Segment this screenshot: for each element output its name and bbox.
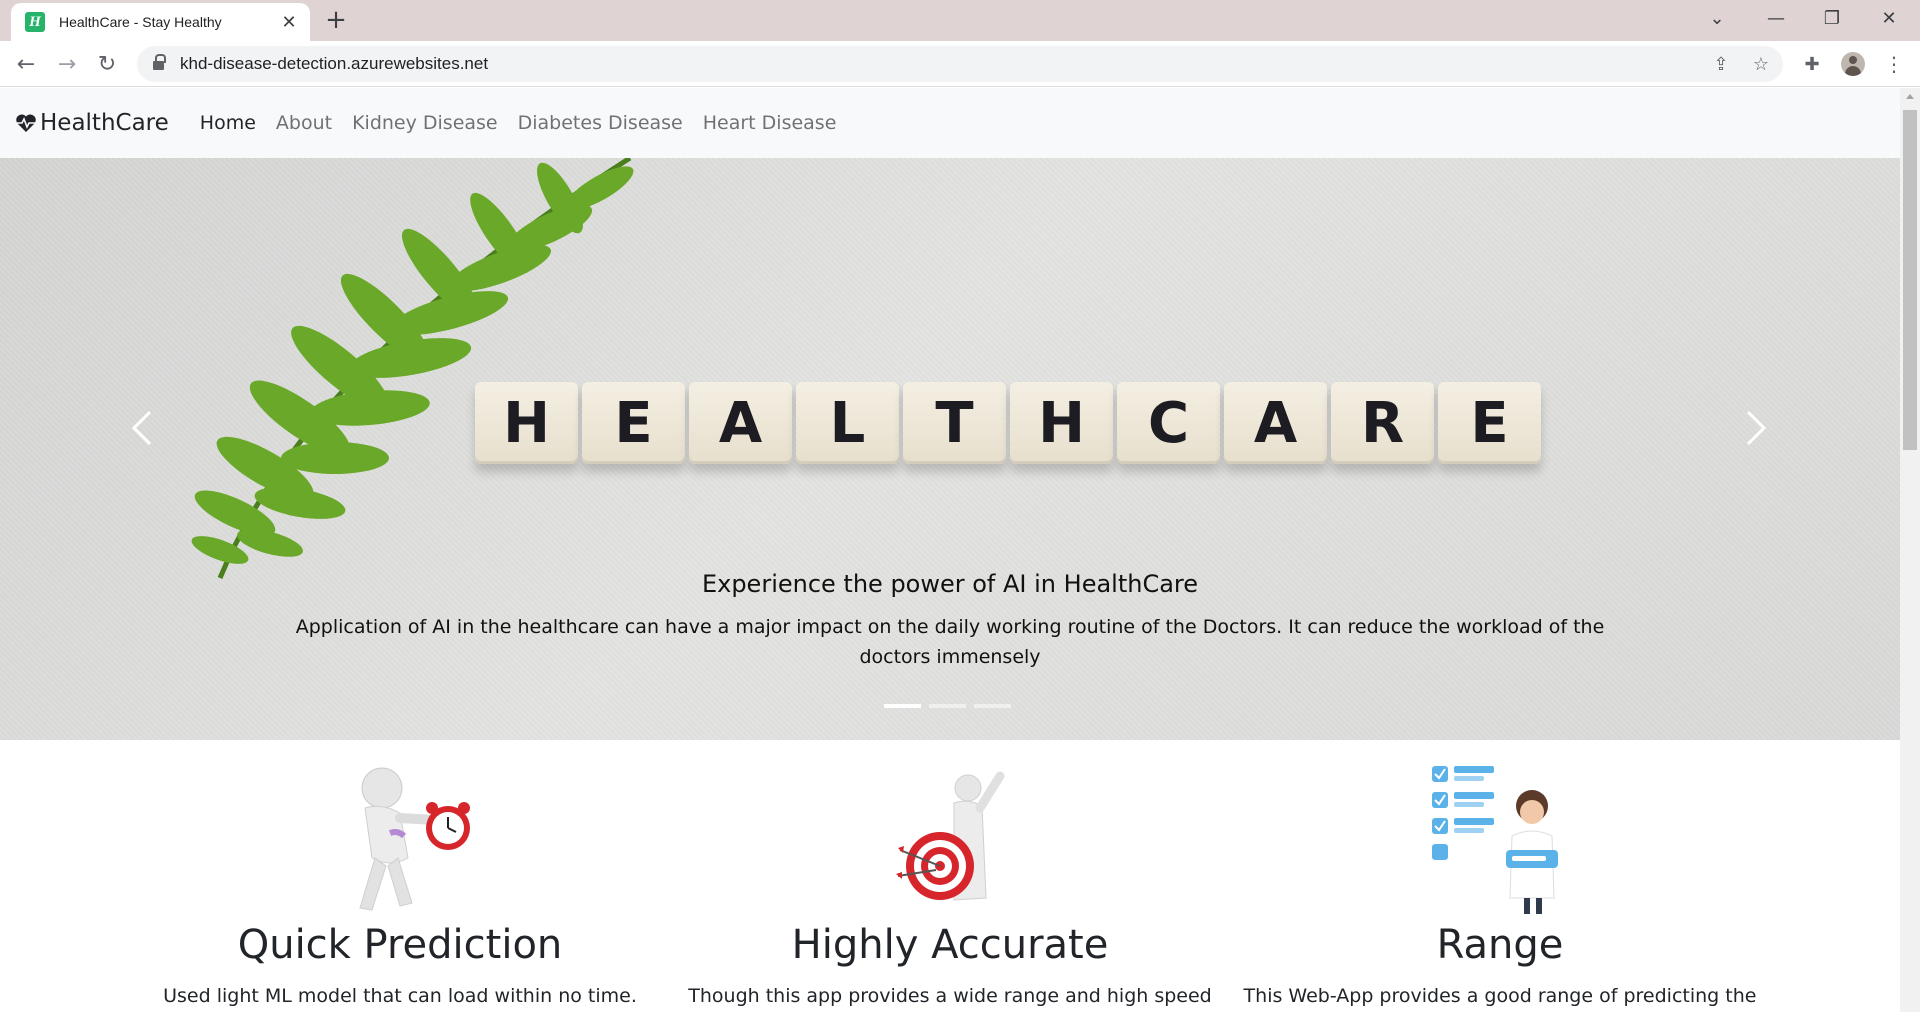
restore-button[interactable]: ❐: [1809, 0, 1855, 36]
carousel-next-button[interactable]: [1736, 398, 1776, 458]
letter-tile: A: [1224, 382, 1327, 464]
carousel-caption: Experience the power of AI in HealthCare…: [280, 570, 1620, 672]
avatar: [1841, 52, 1865, 76]
close-tab-icon[interactable]: ✕: [278, 11, 300, 33]
lock-icon[interactable]: [153, 54, 166, 70]
letter-tile: L: [796, 382, 899, 464]
carousel-prev-button[interactable]: [122, 398, 162, 458]
carousel-indicator-3[interactable]: [974, 704, 1011, 708]
forward-button[interactable]: →: [51, 48, 83, 80]
healthcare-letter-tiles: H E A L T H C A R E: [475, 382, 1541, 464]
caption-title: Experience the power of AI in HealthCare: [701, 570, 1199, 598]
scrollbar-thumb[interactable]: [1903, 110, 1917, 450]
hero-carousel: H E A L T H C A R E Experience the power…: [0, 158, 1900, 740]
letter-tile: A: [689, 382, 792, 464]
browser-tab[interactable]: H HealthCare - Stay Healthy ✕: [11, 3, 310, 41]
browser-menu-icon[interactable]: ⋮: [1878, 48, 1910, 80]
letter-tile: R: [1331, 382, 1434, 464]
feature-title: Highly Accurate: [791, 922, 1109, 968]
feature-text: This Web-App provides a good range of pr…: [1243, 985, 1757, 1007]
letter-tile: E: [1438, 382, 1541, 464]
url-text[interactable]: khd-disease-detection.azurewebsites.net: [180, 54, 488, 74]
address-bar[interactable]: khd-disease-detection.azurewebsites.net …: [137, 46, 1783, 82]
brand-name: HealthCare: [40, 110, 169, 136]
feature-title: Quick Prediction: [237, 922, 563, 968]
extensions-puzzle-icon[interactable]: ✚: [1796, 48, 1828, 80]
letter-tile: C: [1117, 382, 1220, 464]
feature-title: Range: [1436, 922, 1564, 968]
new-tab-button[interactable]: +: [322, 6, 350, 34]
chevron-left-icon: [131, 410, 152, 446]
checklist-person-image: [1432, 766, 1558, 914]
running-clock-figure-image: [359, 767, 470, 911]
site-favicon-icon: H: [25, 12, 45, 32]
feature-text: Though this app provides a wide range an…: [688, 985, 1212, 1007]
heartbeat-icon: [16, 114, 36, 132]
back-button[interactable]: ←: [10, 48, 42, 80]
caption-text: Application of AI in the healthcare can …: [295, 616, 1605, 668]
reload-button[interactable]: ↻: [91, 48, 123, 80]
scroll-up-arrow-icon[interactable]: [1906, 94, 1914, 99]
features-section: Quick Prediction Used light ML model tha…: [0, 740, 1900, 1012]
nav-kidney-disease[interactable]: Kidney Disease: [352, 112, 498, 134]
page-viewport: HealthCare Home About Kidney Disease Dia…: [0, 88, 1900, 1012]
close-window-button[interactable]: ✕: [1866, 0, 1912, 36]
profile-avatar-button[interactable]: [1837, 48, 1869, 80]
chevron-right-icon: [1746, 410, 1767, 446]
target-figure-image: [896, 771, 1005, 901]
letter-tile: E: [582, 382, 685, 464]
letter-tile: T: [903, 382, 1006, 464]
page-scrollbar[interactable]: [1900, 88, 1920, 1012]
letter-tile: H: [475, 382, 578, 464]
fern-leaf-image: [191, 158, 634, 579]
feature-text: Used light ML model that can load within…: [163, 985, 637, 1007]
nav-heart-disease[interactable]: Heart Disease: [703, 112, 837, 134]
browser-tab-strip: H HealthCare - Stay Healthy ✕ + ⌄ — ❐ ✕: [0, 0, 1920, 41]
tab-search-chevron-icon[interactable]: ⌄: [1694, 0, 1740, 36]
carousel-indicator-2[interactable]: [929, 704, 966, 708]
carousel-indicators: [884, 704, 1011, 708]
site-navbar: HealthCare Home About Kidney Disease Dia…: [0, 88, 1900, 158]
navbar-brand[interactable]: HealthCare: [14, 110, 169, 136]
letter-tile: H: [1010, 382, 1113, 464]
nav-about[interactable]: About: [276, 112, 332, 134]
tab-title: HealthCare - Stay Healthy: [59, 14, 222, 30]
nav-home[interactable]: Home: [200, 112, 256, 134]
share-icon[interactable]: ⇪: [1708, 51, 1734, 77]
nav-diabetes-disease[interactable]: Diabetes Disease: [518, 112, 683, 134]
browser-toolbar: ← → ↻ khd-disease-detection.azurewebsite…: [0, 41, 1920, 87]
bookmark-star-icon[interactable]: ☆: [1748, 51, 1774, 77]
carousel-indicator-1[interactable]: [884, 704, 921, 708]
minimize-button[interactable]: —: [1753, 0, 1799, 36]
